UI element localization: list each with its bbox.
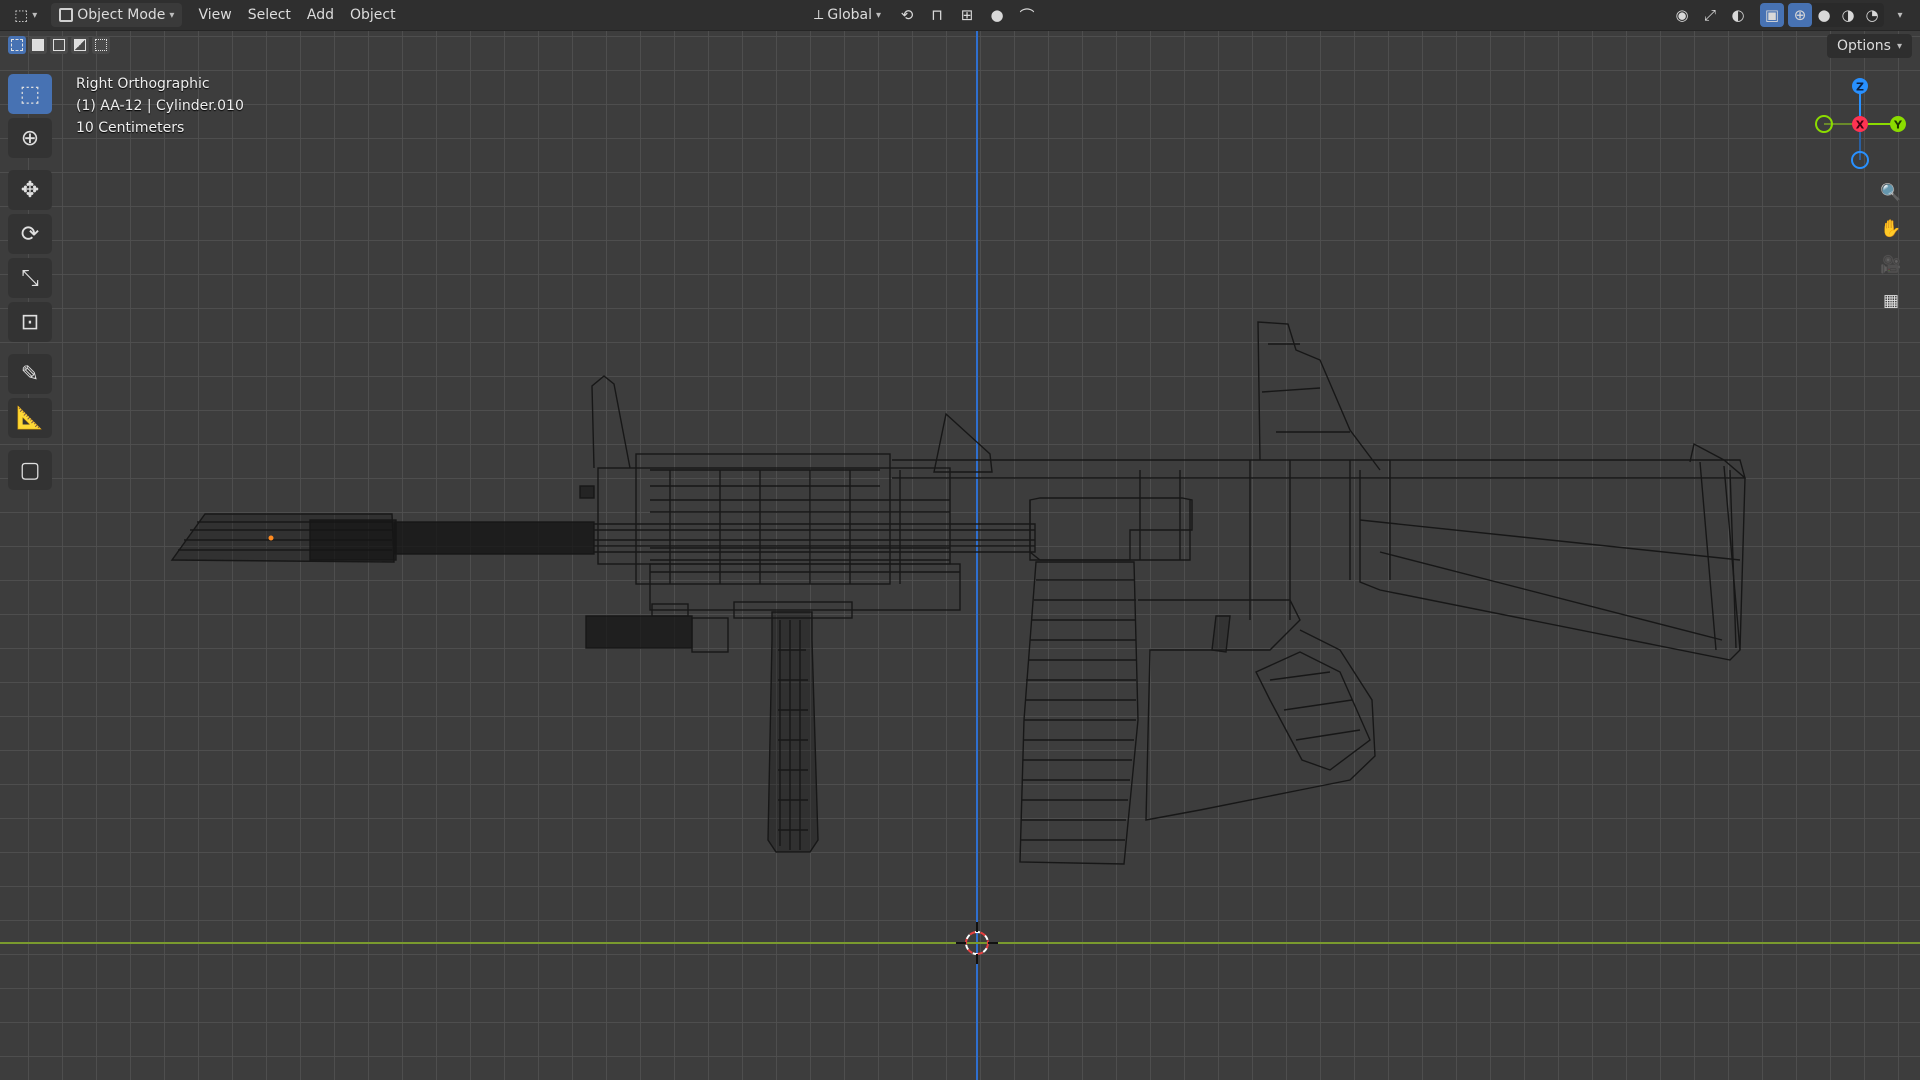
shading-mode-group: ⊕ ● ◑ ◔ <box>1788 3 1884 27</box>
move-tool-icon[interactable]: ✥ <box>8 170 52 210</box>
pivot-point-icon[interactable]: ⟲ <box>895 3 919 27</box>
3d-cursor <box>956 922 998 964</box>
visibility-eye-icon[interactable]: ◉ <box>1670 3 1694 27</box>
view-name-text: Right Orthographic <box>76 76 210 92</box>
rendered-shading-icon[interactable]: ◔ <box>1860 3 1884 27</box>
viewport-header: ⬚ ▾ Object Mode ▾ View Select Add Object… <box>0 0 1920 31</box>
select-extend-icon[interactable] <box>29 36 47 54</box>
navigation-gizmo[interactable]: Z Y X <box>1800 72 1910 172</box>
camera-view-icon[interactable]: 🎥 <box>1876 250 1906 280</box>
menu-add[interactable]: Add <box>299 3 342 27</box>
header-center-tools: ⟂ Global ▾ ⟲ ⊓ ⊞ ● ⌒ <box>806 3 1039 27</box>
orientation-axes-icon: ⟂ <box>814 7 824 23</box>
chevron-down-icon: ▾ <box>32 9 38 21</box>
snap-target-icon[interactable]: ⊞ <box>955 3 979 27</box>
falloff-curve-icon[interactable]: ⌒ <box>1015 3 1039 27</box>
perspective-grid-icon[interactable]: ▦ <box>1876 286 1906 316</box>
shading-options-chevron-icon[interactable]: ▾ <box>1888 3 1912 27</box>
menu-view[interactable]: View <box>190 3 239 27</box>
3d-viewport[interactable]: ⬚ ▾ Object Mode ▾ View Select Add Object… <box>0 0 1920 1080</box>
add-cube-tool-icon[interactable]: ▢ <box>8 450 52 490</box>
pan-hand-icon[interactable]: ✋ <box>1876 214 1906 244</box>
gizmo-y-label: Y <box>1893 119 1903 132</box>
navigation-buttons: 🔍 ✋ 🎥 ▦ <box>1876 178 1906 316</box>
viewport-info-overlay: Right Orthographic (1) AA-12 | Cylinder.… <box>76 73 244 139</box>
object-info-text: (1) AA-12 | Cylinder.010 <box>76 98 244 114</box>
mode-label: Object Mode <box>77 7 166 23</box>
select-intersect-icon[interactable] <box>92 36 110 54</box>
options-dropdown[interactable]: Options ▾ <box>1826 34 1912 58</box>
menu-object[interactable]: Object <box>342 3 404 27</box>
chevron-down-icon: ▾ <box>1896 40 1902 52</box>
select-subtract-icon[interactable] <box>50 36 68 54</box>
cursor-tool-icon[interactable]: ⊕ <box>8 118 52 158</box>
gizmo-x-label: X <box>1856 119 1865 132</box>
header-right-tools: ◉ ⤢ ◐ ▣ ⊕ ● ◑ ◔ ▾ <box>1670 3 1912 27</box>
wireframe-model[interactable] <box>0 0 1920 1080</box>
select-invert-icon[interactable] <box>71 36 89 54</box>
solid-shading-icon[interactable]: ● <box>1812 3 1836 27</box>
mode-selector[interactable]: Object Mode ▾ <box>51 3 183 27</box>
measure-tool-icon[interactable]: 📐 <box>8 398 52 438</box>
selection-mode-strip <box>8 36 110 54</box>
wireframe-shading-icon[interactable]: ⊕ <box>1788 3 1812 27</box>
tool-shelf: ⬚ ⊕ ✥ ⟳ ⤡ ⊡ ✎ 📐 ▢ <box>8 74 52 494</box>
object-mode-icon <box>59 8 74 22</box>
options-label: Options <box>1836 38 1891 54</box>
gizmo-toggle-icon[interactable]: ⤢ <box>1698 3 1722 27</box>
overlays-toggle-icon[interactable]: ◐ <box>1726 3 1750 27</box>
chevron-down-icon: ▾ <box>876 9 882 21</box>
snap-icon[interactable]: ⊓ <box>925 3 949 27</box>
editor-type-selector[interactable]: ⬚ ▾ <box>6 3 45 27</box>
gizmo-z-label: Z <box>1856 81 1864 94</box>
select-new-icon[interactable] <box>8 36 26 54</box>
transform-orientation-label: Global <box>827 7 873 23</box>
scale-tool-icon[interactable]: ⤡ <box>8 258 52 298</box>
zoom-icon[interactable]: 🔍 <box>1876 178 1906 208</box>
xray-toggle-icon[interactable]: ▣ <box>1760 3 1784 27</box>
grid-scale-text: 10 Centimeters <box>76 120 185 136</box>
transform-orientation-dropdown[interactable]: ⟂ Global ▾ <box>806 3 889 27</box>
material-shading-icon[interactable]: ◑ <box>1836 3 1860 27</box>
select-box-tool-icon[interactable]: ⬚ <box>8 74 52 114</box>
view3d-icon: ⬚ <box>14 6 29 24</box>
chevron-down-icon: ▾ <box>169 9 175 21</box>
transform-tool-icon[interactable]: ⊡ <box>8 302 52 342</box>
annotate-tool-icon[interactable]: ✎ <box>8 354 52 394</box>
proportional-editing-icon[interactable]: ● <box>985 3 1009 27</box>
rotate-tool-icon[interactable]: ⟳ <box>8 214 52 254</box>
menu-select[interactable]: Select <box>240 3 299 27</box>
